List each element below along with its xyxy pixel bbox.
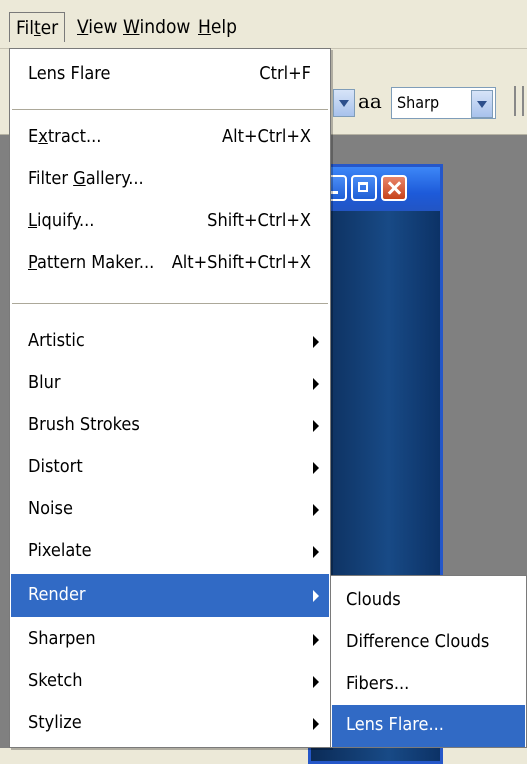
menu-filter-mnemonic: t <box>33 17 41 39</box>
chevron-down-icon <box>477 100 487 108</box>
menu-item-render[interactable]: Render <box>11 574 329 617</box>
close-button[interactable] <box>381 175 407 201</box>
menu-item-shortcut: Ctrl+F <box>259 63 311 84</box>
menu-item-distort[interactable]: Distort <box>11 446 329 489</box>
menu-separator <box>12 109 328 111</box>
submenu-item-difference-clouds[interactable]: Difference Clouds <box>332 622 525 664</box>
submenu-arrow-icon <box>313 420 319 432</box>
menu-filter[interactable]: Filter <box>9 12 66 42</box>
menu-view[interactable]: View <box>71 12 124 42</box>
menu-help[interactable]: Help <box>192 12 243 42</box>
menu-item-label: Extract... <box>28 126 102 147</box>
antialias-icon-text: aa <box>358 89 382 113</box>
menu-view-post: iew <box>88 16 118 38</box>
antialias-select[interactable]: Sharp <box>391 87 496 119</box>
menu-item-extract[interactable]: Extract... Alt+Ctrl+X <box>11 116 329 159</box>
menu-item-label: Noise <box>28 498 73 519</box>
menu-view-mnemonic: V <box>77 16 89 38</box>
menu-item-pattern-maker[interactable]: Pattern Maker... Alt+Shift+Ctrl+X <box>11 242 329 285</box>
menu-item-shortcut: Alt+Shift+Ctrl+X <box>171 252 311 273</box>
font-size-dropdown-button[interactable] <box>333 89 355 117</box>
antialias-value: Sharp <box>397 93 440 112</box>
menu-item-label: Blur <box>28 372 61 393</box>
toolbar-grip[interactable] <box>514 86 524 116</box>
menu-item-label: Fibers... <box>346 673 410 694</box>
submenu-arrow-icon <box>313 462 319 474</box>
filter-menu: Lens Flare Ctrl+F Extract... Alt+Ctrl+X … <box>9 48 331 748</box>
menu-item-blur[interactable]: Blur <box>11 362 329 405</box>
menu-item-filter-gallery[interactable]: Filter Gallery... <box>11 158 329 201</box>
maximize-button[interactable] <box>351 175 377 201</box>
submenu-arrow-icon <box>313 590 319 602</box>
submenu-item-fibers[interactable]: Fibers... <box>332 664 525 706</box>
antialias-dropdown-button[interactable] <box>471 90 493 118</box>
submenu-arrow-icon <box>313 718 319 730</box>
submenu-arrow-icon <box>313 504 319 516</box>
menu-item-label: Pattern Maker... <box>28 252 155 273</box>
menu-item-liquify[interactable]: Liquify... Shift+Ctrl+X <box>11 200 329 243</box>
menu-item-label: Artistic <box>28 330 85 351</box>
menu-item-sketch[interactable]: Sketch <box>11 660 329 703</box>
submenu-item-lens-flare[interactable]: Lens Flare... <box>332 705 525 747</box>
menu-item-label: Liquify... <box>28 210 95 231</box>
menu-filter-pre: Fil <box>16 17 34 39</box>
menu-item-label: Difference Clouds <box>346 631 490 652</box>
menu-bar: Filter View Window Help <box>0 0 527 49</box>
submenu-arrow-icon <box>313 546 319 558</box>
menu-item-label: Pixelate <box>28 540 92 561</box>
menu-help-mnemonic: H <box>198 16 211 38</box>
submenu-arrow-icon <box>313 336 319 348</box>
menu-item-label: Render <box>28 584 86 605</box>
menu-item-label: Lens Flare... <box>346 714 444 735</box>
menu-item-sharpen[interactable]: Sharpen <box>11 618 329 661</box>
menu-item-last-filter[interactable]: Lens Flare Ctrl+F <box>11 53 329 96</box>
menu-item-brush-strokes[interactable]: Brush Strokes <box>11 404 329 447</box>
menu-item-noise[interactable]: Noise <box>11 488 329 531</box>
menu-window-mnemonic: W <box>123 16 140 38</box>
menu-item-shortcut: Shift+Ctrl+X <box>207 210 311 231</box>
menu-item-label: Distort <box>28 456 83 477</box>
antialias-icon: aa <box>358 89 382 113</box>
menu-window-post: indow <box>139 16 191 38</box>
submenu-item-clouds[interactable]: Clouds <box>332 580 525 622</box>
menu-item-label: Filter Gallery... <box>28 168 144 189</box>
submenu-arrow-icon <box>313 378 319 390</box>
menu-item-label: Clouds <box>346 589 401 610</box>
menu-item-label: Stylize <box>28 712 82 733</box>
menu-item-shortcut: Alt+Ctrl+X <box>222 126 311 147</box>
menu-help-post: elp <box>210 16 237 38</box>
menu-item-pixelate[interactable]: Pixelate <box>11 530 329 573</box>
menu-separator <box>12 303 328 305</box>
menu-item-stylize[interactable]: Stylize <box>11 702 329 745</box>
chevron-down-icon <box>339 99 349 107</box>
menu-filter-post: er <box>40 17 59 39</box>
menu-item-label: Sketch <box>28 670 83 691</box>
menu-window[interactable]: Window <box>117 12 196 42</box>
menu-item-artistic[interactable]: Artistic <box>11 320 329 363</box>
menu-item-label: Brush Strokes <box>28 414 140 435</box>
render-submenu: Clouds Difference Clouds Fibers... Lens … <box>330 575 527 748</box>
submenu-arrow-icon <box>313 676 319 688</box>
menu-item-label: Lens Flare <box>28 63 111 84</box>
menu-item-label: Sharpen <box>28 628 96 649</box>
submenu-arrow-icon <box>313 634 319 646</box>
